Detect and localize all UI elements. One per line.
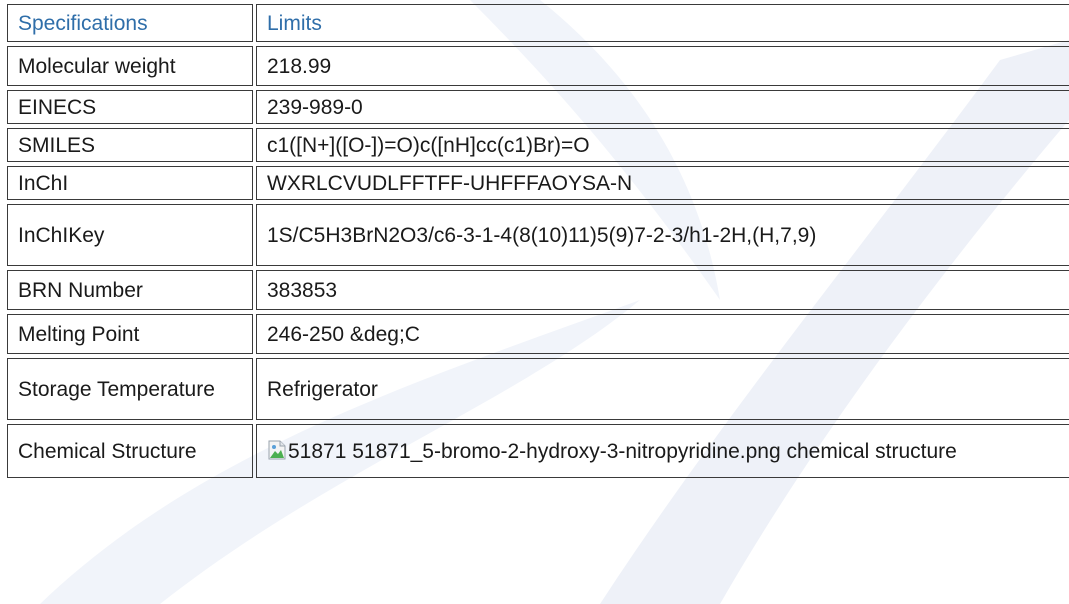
row-value: c1([N+]([O-])=O)c([nH]cc(c1)Br)=O [256, 128, 1069, 162]
table-row: Molecular weight 218.99 [7, 46, 1069, 86]
specifications-table: Specifications Limits Molecular weight 2… [4, 0, 1069, 482]
header-limits: Limits [256, 4, 1069, 42]
row-label: EINECS [7, 90, 253, 124]
row-label: BRN Number [7, 270, 253, 310]
table-row: Storage Temperature Refrigerator [7, 358, 1069, 420]
row-label: InChI [7, 166, 253, 200]
row-label: Melting Point [7, 314, 253, 354]
row-label: Storage Temperature [7, 358, 253, 420]
row-value: 1S/C5H3BrN2O3/c6-3-1-4(8(10)11)5(9)7-2-3… [256, 204, 1069, 266]
table-row: Melting Point 246-250 &deg;C [7, 314, 1069, 354]
row-label: Molecular weight [7, 46, 253, 86]
table-row: Chemical Structure 51871 51871_5-bromo-2… [7, 424, 1069, 478]
table-row: EINECS 239-989-0 [7, 90, 1069, 124]
row-value: 239-989-0 [256, 90, 1069, 124]
page: Specifications Limits Molecular weight 2… [0, 0, 1069, 604]
row-value: 218.99 [256, 46, 1069, 86]
row-value: Refrigerator [256, 358, 1069, 420]
row-value: WXRLCVUDLFFTFF-UHFFFAOYSA-N [256, 166, 1069, 200]
table-header-row: Specifications Limits [7, 4, 1069, 42]
row-value: 246-250 &deg;C [256, 314, 1069, 354]
row-label: InChIKey [7, 204, 253, 266]
structure-alt-text: 51871 51871_5-bromo-2-hydroxy-3-nitropyr… [288, 439, 957, 463]
row-label: SMILES [7, 128, 253, 162]
row-value: 383853 [256, 270, 1069, 310]
row-value-structure: 51871 51871_5-bromo-2-hydroxy-3-nitropyr… [256, 424, 1069, 478]
table-row: BRN Number 383853 [7, 270, 1069, 310]
row-label: Chemical Structure [7, 424, 253, 478]
table-row: SMILES c1([N+]([O-])=O)c([nH]cc(c1)Br)=O [7, 128, 1069, 162]
broken-image-icon [267, 440, 287, 460]
table-row: InChI WXRLCVUDLFFTFF-UHFFFAOYSA-N [7, 166, 1069, 200]
header-specifications: Specifications [7, 4, 253, 42]
table-row: InChIKey 1S/C5H3BrN2O3/c6-3-1-4(8(10)11)… [7, 204, 1069, 266]
